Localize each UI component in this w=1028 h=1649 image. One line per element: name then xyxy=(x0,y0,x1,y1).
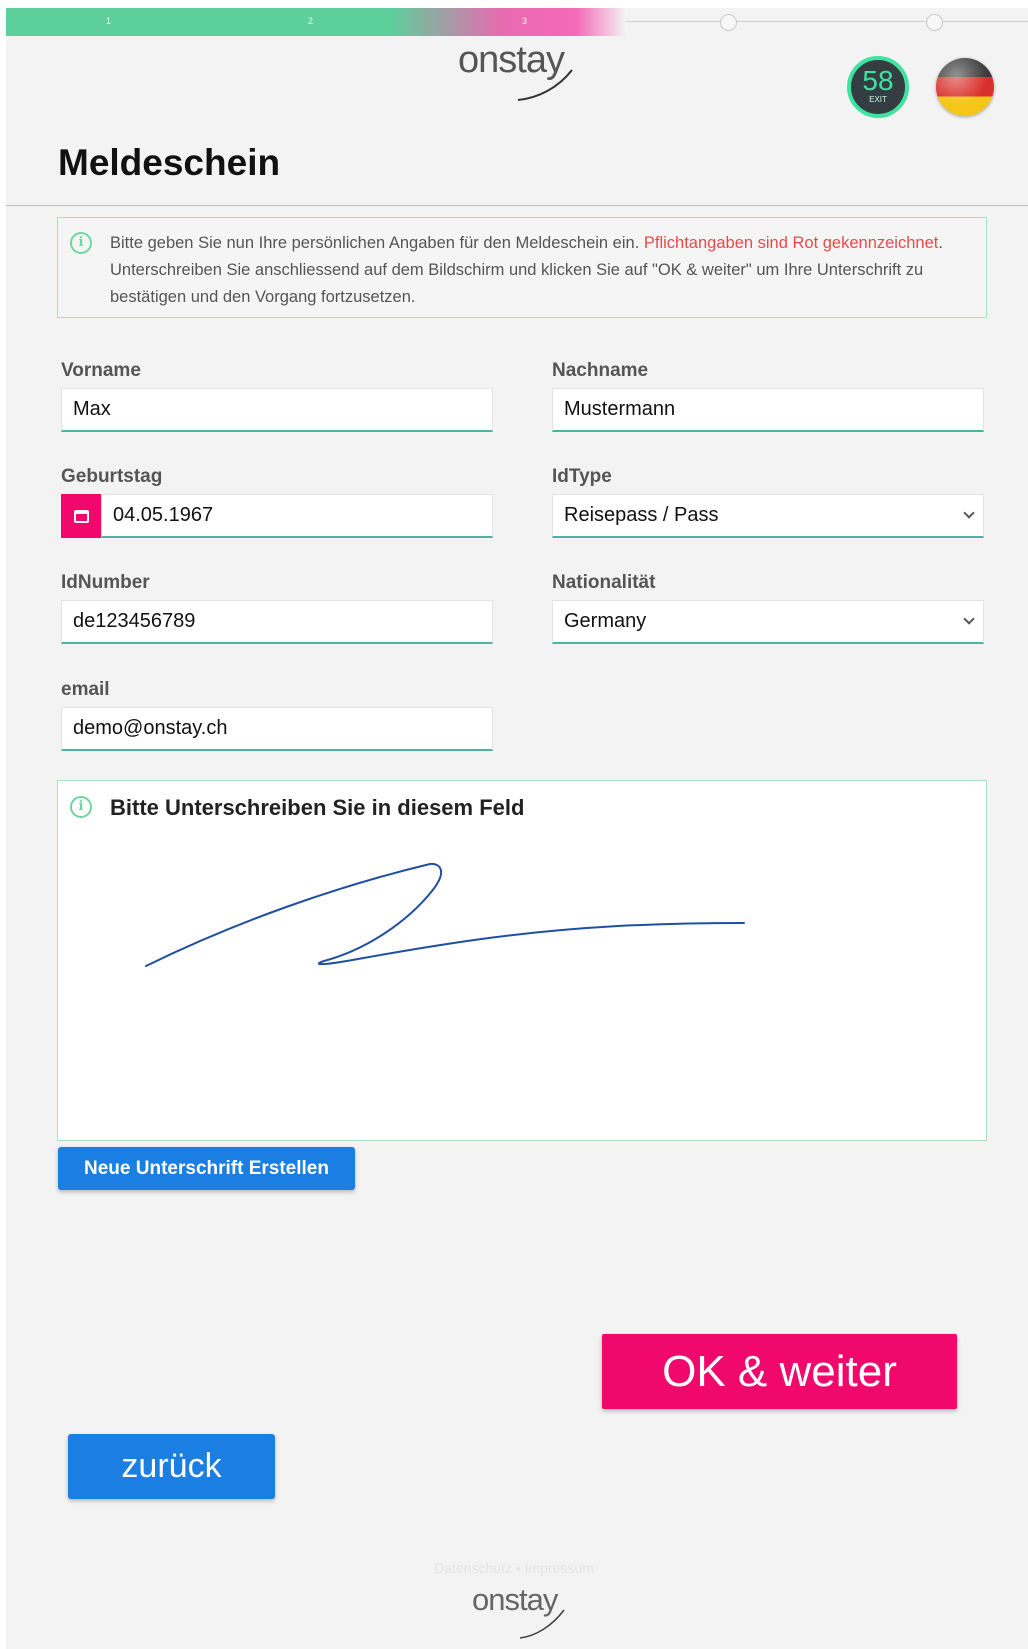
chevron-down-icon xyxy=(963,613,975,625)
progress-fill xyxy=(6,8,626,36)
onstay-footer-logo-icon: onstay xyxy=(472,1582,565,1639)
nationality-value: Germany xyxy=(564,610,647,632)
onstay-logo-icon: onstay xyxy=(458,39,573,101)
idtype-value: Reisepass / Pass xyxy=(564,504,719,526)
imprint-link[interactable]: Impressum xyxy=(525,1560,594,1576)
firstname-input[interactable]: Max xyxy=(61,388,493,432)
step-1-label: 1 xyxy=(106,16,112,26)
progress-track xyxy=(626,21,1028,22)
ok-continue-button[interactable]: OK & weiter xyxy=(602,1334,957,1409)
onstay-logo: onstay xyxy=(458,39,588,106)
signature-pad[interactable]: i Bitte Unterschreiben Sie in diesem Fel… xyxy=(57,780,987,1141)
calendar-button[interactable] xyxy=(61,494,101,538)
lastname-input[interactable]: Mustermann xyxy=(552,388,984,432)
exit-timer-button[interactable]: 58 EXIT xyxy=(847,56,909,118)
firstname-label: Vorname xyxy=(61,360,141,381)
footer-logo: onstay xyxy=(470,1582,580,1642)
nationality-select[interactable]: Germany xyxy=(552,600,984,644)
new-signature-button[interactable]: Neue Unterschrift Erstellen xyxy=(58,1147,355,1190)
progress-bar: 1 2 3 xyxy=(6,8,1028,36)
back-button[interactable]: zurück xyxy=(68,1434,275,1499)
step-4-dot xyxy=(720,14,737,31)
info-text: Bitte geben Sie nun Ihre persönlichen An… xyxy=(110,234,644,252)
email-label: email xyxy=(61,679,110,700)
logo-text: onstay xyxy=(458,40,565,81)
chevron-down-icon xyxy=(963,507,975,519)
idnumber-label: IdNumber xyxy=(61,572,150,593)
page-title: Meldeschein xyxy=(58,142,281,183)
info-icon: i xyxy=(70,232,92,254)
footer-links: Datenschutz • Impressum xyxy=(0,1560,1028,1576)
birthday-label: Geburtstag xyxy=(61,466,163,487)
footer-logo-text: onstay xyxy=(472,1582,559,1617)
calendar-icon xyxy=(73,509,89,523)
info-box: i Bitte geben Sie nun Ihre persönlichen … xyxy=(57,217,987,318)
nationality-label: Nationalität xyxy=(552,572,656,593)
timer-exit-label: EXIT xyxy=(869,95,887,104)
step-5-dot xyxy=(926,14,943,31)
info-required-text: Pflichtangaben sind Rot gekennzeichnet xyxy=(643,234,939,252)
birthday-input[interactable]: 04.05.1967 xyxy=(101,494,493,538)
title-divider xyxy=(6,205,1028,206)
step-2-label: 2 xyxy=(308,16,314,26)
idtype-select[interactable]: Reisepass / Pass xyxy=(552,494,984,538)
step-3-label: 3 xyxy=(522,16,528,26)
email-input[interactable]: demo@onstay.ch xyxy=(61,707,493,751)
privacy-link[interactable]: Datenschutz xyxy=(434,1560,512,1576)
german-flag-icon[interactable] xyxy=(936,58,994,116)
timer-value: 58 xyxy=(862,65,894,96)
idtype-label: IdType xyxy=(552,466,612,487)
footer-separator: • xyxy=(515,1560,521,1576)
signature-stroke xyxy=(145,862,745,967)
idnumber-input[interactable]: de123456789 xyxy=(61,600,493,644)
lastname-label: Nachname xyxy=(552,360,649,381)
